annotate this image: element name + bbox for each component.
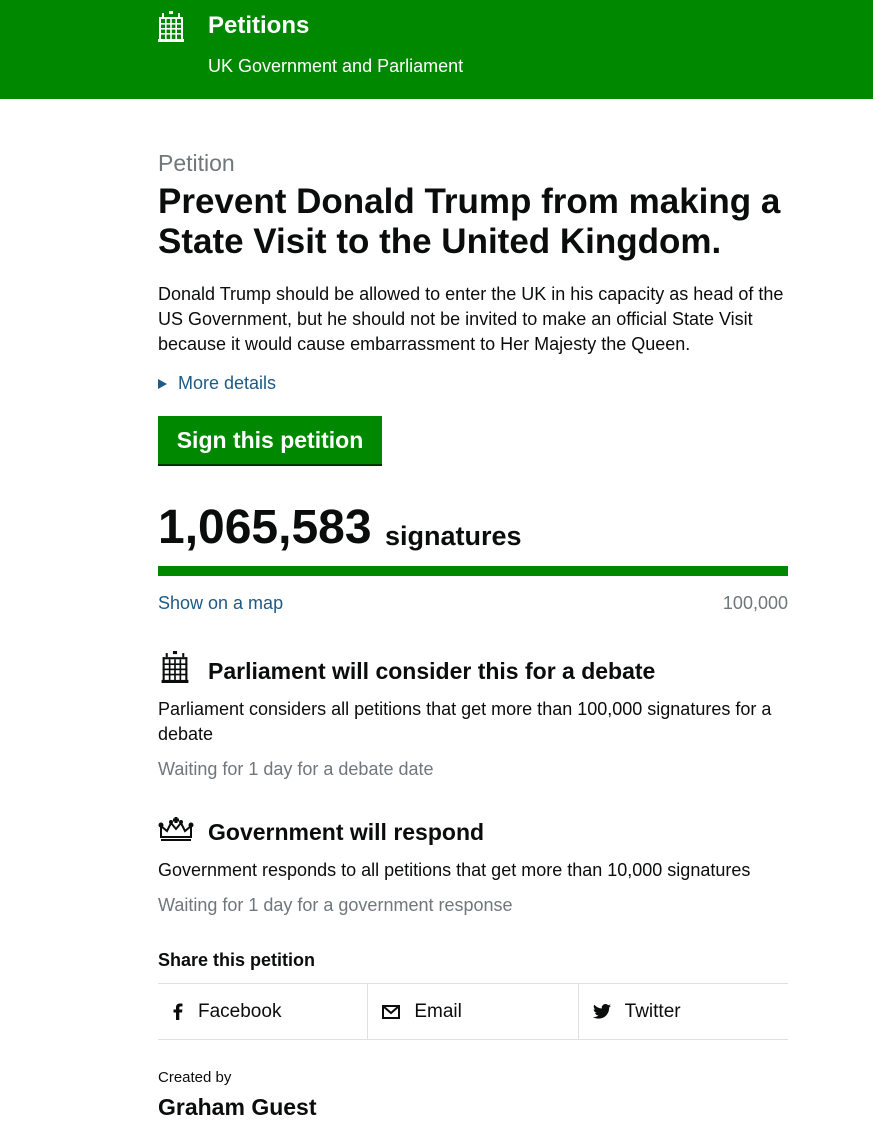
site-title[interactable]: Petitions [208,12,309,40]
portcullis-icon [158,11,184,42]
more-details-toggle[interactable]: More details [158,373,276,394]
debate-section-status: Waiting for 1 day for a debate date [158,759,434,779]
petition-summary: Donald Trump should be allowed to enter … [158,284,784,354]
government-section-status: Waiting for 1 day for a government respo… [158,895,513,915]
government-section-body: Government responds to all petitions tha… [158,860,751,880]
crown-icon [158,817,194,841]
share-facebook-button[interactable]: Facebook [158,984,367,1039]
signature-threshold: 100,000 [722,593,788,613]
facebook-icon [172,1003,184,1020]
share-facebook-label: Facebook [198,1000,282,1022]
share-bar: Facebook Email Twitter [158,983,788,1040]
share-twitter-label: Twitter [624,1000,681,1022]
signature-count: 1,065,583 [158,501,372,554]
show-on-map-link[interactable]: Show on a map [158,593,283,614]
portcullis-icon [161,651,189,683]
government-section-title: Government will respond [208,819,485,845]
more-details-label: More details [178,373,277,393]
site-subtitle: UK Government and Parliament [208,56,464,76]
signature-progress-fill [158,566,788,576]
debate-section-title: Parliament will consider this for a deba… [208,658,656,684]
share-email-button[interactable]: Email [367,984,577,1039]
share-email-label: Email [414,1000,462,1022]
signature-label: signatures [385,521,522,551]
share-heading: Share this petition [158,950,316,970]
petition-title: Prevent Donald Trump from making a State… [158,182,781,261]
creator-name: Graham Guest [158,1094,317,1120]
petition-kicker: Petition [158,150,235,176]
email-icon [382,1004,401,1019]
debate-section-body: Parliament considers all petitions that … [158,699,772,744]
share-twitter-button[interactable]: Twitter [577,984,788,1039]
disclosure-triangle-icon [158,378,167,389]
twitter-icon [592,1004,611,1019]
site-header: Petitions UK Government and Parliament [0,0,873,99]
sign-petition-button[interactable]: Sign this petition [158,416,382,466]
signature-progress-bar [158,566,788,576]
created-by-label: Created by [158,1069,232,1086]
